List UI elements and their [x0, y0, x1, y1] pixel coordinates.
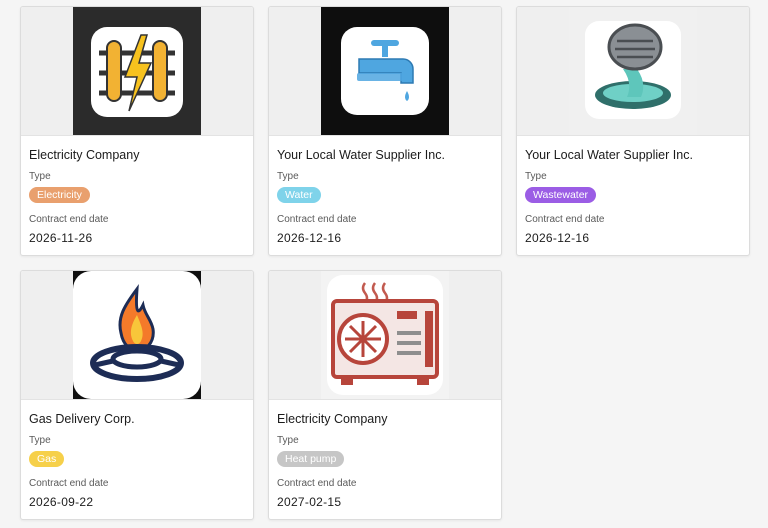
card-cover — [21, 271, 253, 400]
contract-end-label: Contract end date — [29, 478, 109, 489]
contract-end-date: 2027-02-15 — [277, 495, 342, 509]
type-badge: Heat pump — [277, 451, 345, 467]
card-title: Your Local Water Supplier Inc. — [277, 148, 445, 162]
contract-end-date: 2026-09-22 — [29, 495, 94, 509]
contract-end-date: 2026-11-26 — [29, 231, 93, 245]
contract-end-label: Contract end date — [525, 214, 605, 225]
contract-end-date: 2026-12-16 — [277, 231, 342, 245]
card-cover — [21, 7, 253, 136]
card-title: Gas Delivery Corp. — [29, 412, 135, 426]
water-tap-icon — [321, 7, 449, 135]
card-title: Your Local Water Supplier Inc. — [525, 148, 693, 162]
card-cover — [517, 7, 749, 136]
type-label: Type — [277, 435, 299, 446]
contract-card[interactable]: Gas Delivery Corp. Type Gas Contract end… — [20, 270, 254, 520]
card-title: Electricity Company — [277, 412, 388, 426]
type-badge: Gas — [29, 451, 65, 467]
heat-pump-icon — [321, 271, 449, 399]
type-label: Type — [29, 435, 51, 446]
contract-end-label: Contract end date — [29, 214, 109, 225]
manhole-sewer-icon — [569, 7, 697, 135]
type-label: Type — [29, 171, 51, 182]
contract-card[interactable]: Your Local Water Supplier Inc. Type Wate… — [268, 6, 502, 256]
contract-end-date: 2026-12-16 — [525, 231, 590, 245]
type-label: Type — [277, 171, 299, 182]
gas-flame-icon — [73, 271, 201, 399]
type-badge: Water — [277, 187, 321, 203]
card-cover — [269, 7, 501, 136]
contract-end-label: Contract end date — [277, 478, 357, 489]
electricity-grid-icon — [73, 7, 201, 135]
card-title: Electricity Company — [29, 148, 140, 162]
contract-card[interactable]: Electricity Company Type Electricity Con… — [20, 6, 254, 256]
contract-end-label: Contract end date — [277, 214, 357, 225]
contract-card[interactable]: Your Local Water Supplier Inc. Type Wast… — [516, 6, 750, 256]
type-label: Type — [525, 171, 547, 182]
contract-card[interactable]: Electricity Company Type Heat pump Contr… — [268, 270, 502, 520]
card-cover — [269, 271, 501, 400]
type-badge: Electricity — [29, 187, 90, 203]
type-badge: Wastewater — [525, 187, 597, 203]
